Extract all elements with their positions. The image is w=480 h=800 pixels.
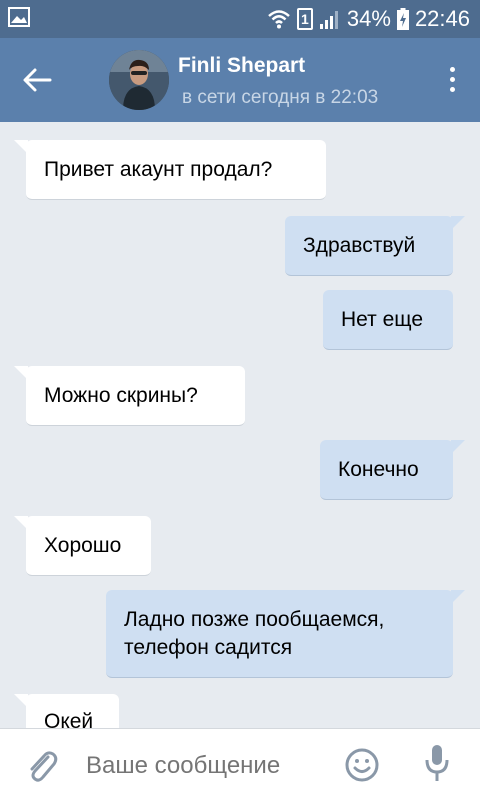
message-bubble-outgoing[interactable]: Нет еще xyxy=(323,290,453,350)
signal-strength-icon xyxy=(319,11,338,29)
message-text: Можно скрины? xyxy=(44,383,198,407)
message-text: Привет акаунт продал? xyxy=(44,157,273,181)
message-text-line: телефон садится xyxy=(124,635,293,659)
gallery-notification-icon xyxy=(8,7,30,27)
bubble-tail xyxy=(14,140,28,154)
smiley-icon[interactable] xyxy=(344,747,380,783)
contact-last-seen: в сети сегодня в 22:03 xyxy=(182,87,379,108)
message-bubble-incoming[interactable]: Окей xyxy=(14,694,119,728)
bubble-tail xyxy=(451,440,465,454)
bubble-tail xyxy=(14,366,28,380)
battery-charging-icon xyxy=(396,8,409,30)
contact-name[interactable]: Finli Shepart xyxy=(178,54,305,78)
message-text: Здравствуй xyxy=(303,233,416,257)
message-bubble-incoming[interactable]: Привет акаунт продал? xyxy=(14,140,326,200)
message-text-line: Ладно позже пообщаемся, xyxy=(124,607,385,631)
message-bubble-outgoing[interactable]: Здравствуй xyxy=(285,216,465,276)
message-bubble-outgoing[interactable]: Ладно позже пообщаемся, телефон садится xyxy=(106,590,465,678)
avatar[interactable] xyxy=(109,50,169,110)
message-text: Нет еще xyxy=(341,307,424,331)
message-bubble-outgoing[interactable]: Конечно xyxy=(320,440,465,500)
bubble-tail xyxy=(14,694,28,708)
message-text: Окей xyxy=(44,710,94,728)
message-list[interactable]: Привет акаунт продал? Здравствуй Нет еще… xyxy=(0,122,480,728)
bubble-tail xyxy=(451,590,465,604)
message-bubble-incoming[interactable]: Хорошо xyxy=(14,516,151,576)
message-bubble-incoming[interactable]: Можно скрины? xyxy=(14,366,245,426)
message-text: Конечно xyxy=(338,457,419,481)
battery-percent: 34% xyxy=(346,6,391,31)
bubble-tail xyxy=(14,516,28,530)
chat-header: Finli Shepart в сети сегодня в 22:03 xyxy=(0,38,480,122)
clock: 22:46 xyxy=(414,6,470,31)
bubble-tail xyxy=(451,216,465,230)
microphone-icon[interactable] xyxy=(424,743,450,785)
arrow-left-icon[interactable] xyxy=(20,64,54,96)
sim-slot-indicator: 1 xyxy=(296,8,313,30)
more-vertical-icon[interactable] xyxy=(446,64,458,96)
wifi-icon xyxy=(268,10,290,29)
paperclip-icon[interactable] xyxy=(24,745,58,785)
status-bar: 1 34% 22:46 xyxy=(0,0,480,38)
message-composer xyxy=(0,728,480,800)
message-input[interactable] xyxy=(86,751,326,781)
message-text: Хорошо xyxy=(44,533,122,557)
